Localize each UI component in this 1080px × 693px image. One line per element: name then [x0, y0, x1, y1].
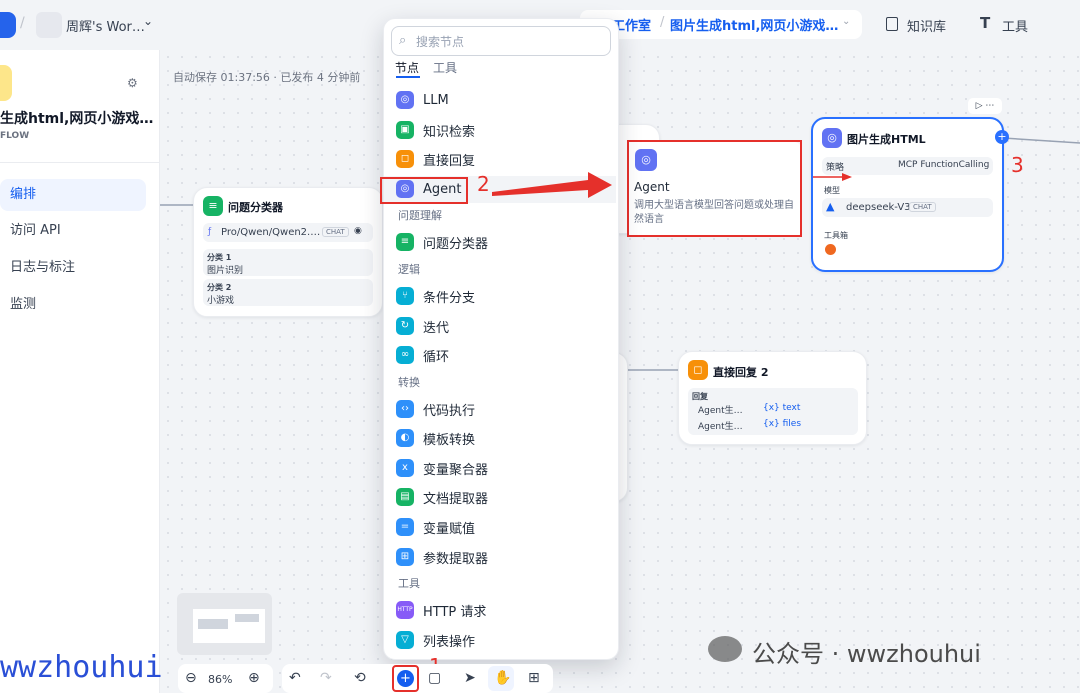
- redo-icon[interactable]: ↷: [320, 670, 332, 686]
- zoom-level[interactable]: 86%: [208, 673, 232, 686]
- history-icon[interactable]: ⟲: [354, 670, 366, 686]
- minimap-node: [198, 619, 228, 629]
- layout-icon[interactable]: ⊞: [528, 670, 540, 686]
- minimap-node: [235, 614, 259, 622]
- annotation-3: 3: [1011, 153, 1024, 177]
- watermark-left: wwzhouhui: [0, 650, 163, 685]
- watermark-right: 公众号 · wwzhouhui: [752, 640, 981, 668]
- zoom-out-icon[interactable]: ⊖: [185, 670, 197, 686]
- annotation-arrows: [492, 172, 852, 198]
- arrow: [842, 173, 852, 181]
- add-node-button[interactable]: +: [397, 670, 414, 687]
- hand-icon[interactable]: ✋: [494, 670, 511, 686]
- zoom-in-icon[interactable]: ⊕: [248, 670, 260, 686]
- note-icon[interactable]: ▢: [428, 670, 441, 686]
- undo-icon[interactable]: ↶: [289, 670, 301, 686]
- arrow: [492, 172, 612, 198]
- wechat-icon: [708, 636, 742, 662]
- annotation-2: 2: [477, 172, 490, 196]
- pointer-icon[interactable]: ➤: [464, 670, 476, 686]
